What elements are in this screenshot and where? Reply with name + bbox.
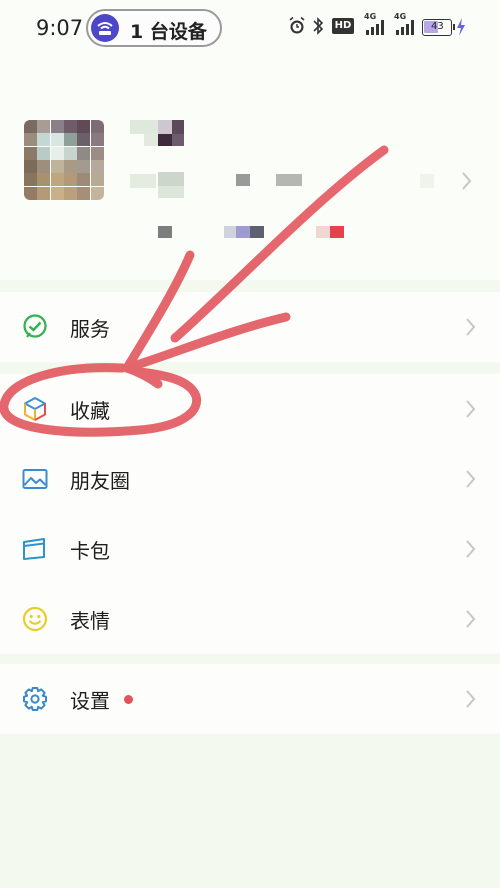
status-redacted-block	[250, 226, 264, 238]
name-redacted-block	[172, 120, 184, 134]
name-redacted-block	[172, 134, 184, 146]
status-time: 9:07	[36, 16, 84, 40]
menu-item-label: 收藏	[70, 399, 110, 423]
chevron-right-icon	[466, 400, 476, 422]
device-pill-label: 1 台设备	[130, 21, 207, 43]
id-redacted-block	[158, 172, 184, 186]
favorites-cube-icon	[22, 396, 48, 422]
battery-level: 43	[431, 21, 444, 32]
notification-dot	[124, 695, 133, 704]
id-redacted-block	[236, 174, 250, 186]
status-redacted-block	[158, 226, 172, 238]
router-icon	[91, 14, 119, 42]
charging-icon	[456, 18, 466, 40]
bluetooth-icon	[312, 16, 324, 40]
chevron-right-icon	[466, 690, 476, 712]
id-redacted-block	[276, 174, 302, 186]
menu-item-moments[interactable]: 朋友圈	[0, 444, 500, 514]
menu-item-favorites[interactable]: 收藏	[0, 374, 500, 444]
signal-icon-2	[396, 20, 416, 39]
profile-card[interactable]	[0, 58, 500, 280]
chevron-right-icon	[466, 540, 476, 562]
menu-item-label: 服务	[70, 317, 110, 341]
name-redacted-block	[130, 120, 158, 134]
menu-group-services: 服务	[0, 292, 500, 362]
hd-icon: HD	[332, 18, 354, 34]
menu-item-label: 设置	[70, 689, 110, 713]
menu-item-services[interactable]: 服务	[0, 292, 500, 362]
chevron-right-icon	[466, 470, 476, 492]
menu-group-main: 收藏 朋友圈 卡包 表情	[0, 374, 500, 654]
chevron-right-icon	[466, 318, 476, 340]
moments-image-icon	[22, 466, 48, 492]
menu-item-label: 卡包	[70, 539, 110, 563]
status-redacted-block	[224, 226, 236, 238]
device-pill[interactable]: 1 台设备	[86, 9, 222, 47]
battery-icon: 43	[422, 19, 455, 36]
name-redacted-block	[144, 134, 158, 146]
status-bar: 9:07 1 台设备 HD 4G 4G 43	[0, 0, 500, 58]
smiley-face-icon	[22, 606, 48, 632]
alarm-icon	[288, 16, 306, 40]
status-redacted-block	[330, 226, 344, 238]
chevron-right-icon	[466, 610, 476, 632]
menu-item-stickers[interactable]: 表情	[0, 584, 500, 654]
menu-item-settings[interactable]: 设置	[0, 664, 500, 734]
name-redacted-block	[158, 134, 172, 146]
signal-icon-1	[366, 20, 386, 39]
profile-chevron-icon[interactable]	[462, 172, 472, 194]
gear-icon	[22, 686, 48, 712]
menu-item-cards[interactable]: 卡包	[0, 514, 500, 584]
name-redacted-block	[158, 120, 172, 134]
id-redacted-block	[158, 186, 184, 198]
status-redacted-block	[316, 226, 330, 238]
card-wallet-icon	[22, 536, 48, 562]
id-redacted-block	[420, 174, 434, 188]
id-redacted-block	[130, 174, 156, 188]
menu-group-settings: 设置	[0, 664, 500, 734]
avatar[interactable]	[24, 120, 104, 200]
services-icon	[22, 314, 48, 340]
status-redacted-block	[236, 226, 250, 238]
menu-item-label: 朋友圈	[70, 469, 130, 493]
menu-item-label: 表情	[70, 609, 110, 633]
